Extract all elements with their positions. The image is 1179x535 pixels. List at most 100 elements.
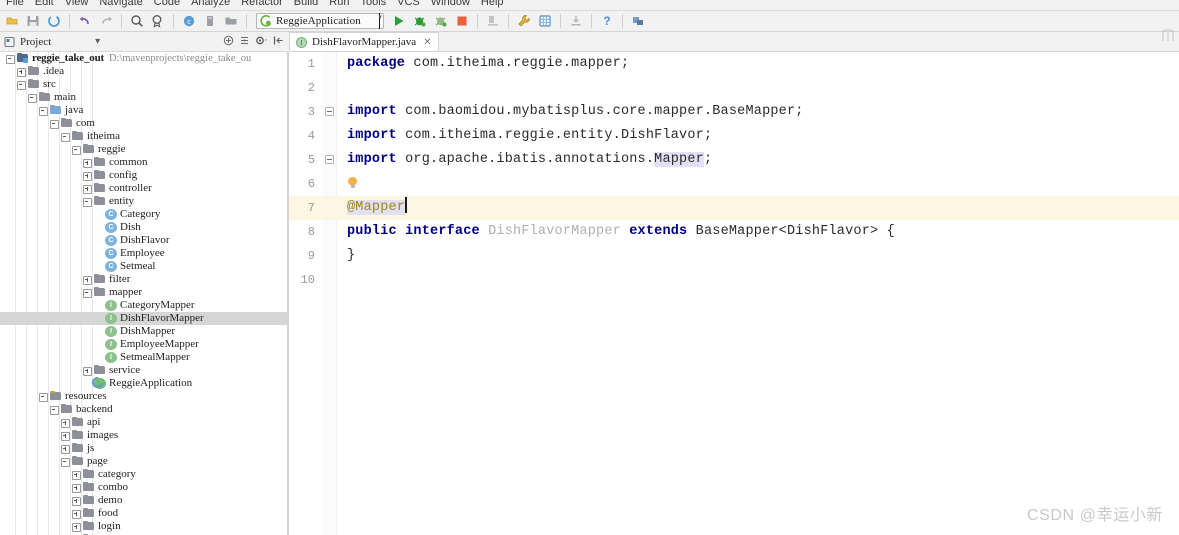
code-line[interactable]: import com.itheima.reggie.entity.DishFla…: [289, 124, 1179, 148]
expand-icon[interactable]: [83, 275, 92, 285]
tree-row[interactable]: src: [0, 78, 287, 91]
tree-row[interactable]: food: [0, 507, 287, 520]
tree-row[interactable]: service: [0, 364, 287, 377]
code-line[interactable]: public interface DishFlavorMapper extend…: [289, 220, 1179, 244]
expand-icon[interactable]: [72, 522, 81, 532]
stop-icon[interactable]: [452, 12, 472, 31]
search-icon[interactable]: [127, 12, 147, 31]
menu-item-window[interactable]: Window: [431, 0, 470, 8]
collapse-icon[interactable]: [50, 119, 59, 129]
run-icon[interactable]: [389, 12, 409, 31]
tree-row[interactable]: backend: [0, 403, 287, 416]
collapse-icon[interactable]: [61, 457, 70, 467]
tree-row[interactable]: filter: [0, 273, 287, 286]
open-project-icon[interactable]: [221, 12, 241, 31]
code-line[interactable]: import org.apache.ibatis.annotations.Map…: [289, 148, 1179, 172]
hide-panel-icon[interactable]: [273, 35, 284, 49]
run-configuration-selector[interactable]: ReggieApplication ▾: [256, 13, 384, 29]
tree-row[interactable]: entity: [0, 195, 287, 208]
tree-row[interactable]: com: [0, 117, 287, 130]
code-line[interactable]: [289, 76, 1179, 100]
collapse-all-icon[interactable]: [223, 35, 234, 49]
menu-item-view[interactable]: View: [65, 0, 89, 8]
tree-row[interactable]: controller: [0, 182, 287, 195]
menu-item-vcs[interactable]: VCS: [397, 0, 420, 8]
menu-item-code[interactable]: Code: [154, 0, 180, 8]
tree-row[interactable]: C Employee: [0, 247, 287, 260]
collapse-icon[interactable]: [6, 54, 15, 64]
menu-item-analyze[interactable]: Analyze: [191, 0, 230, 8]
code-editor[interactable]: 1 package com.itheima.reggie.mapper; 2 3 imp…: [289, 52, 1179, 535]
code-line[interactable]: }: [289, 244, 1179, 268]
undo-icon[interactable]: [75, 12, 95, 31]
collapse-icon[interactable]: [17, 80, 26, 90]
tree-row[interactable]: C Category: [0, 208, 287, 221]
project-view-chevron-icon[interactable]: ▾: [95, 37, 100, 47]
layout-icon[interactable]: [628, 12, 648, 31]
settings-gear-icon[interactable]: [255, 35, 268, 49]
code-line[interactable]: @Mapper: [289, 196, 1179, 220]
expand-icon[interactable]: [61, 444, 70, 454]
expand-icon[interactable]: [72, 496, 81, 506]
collapse-icon[interactable]: [72, 145, 81, 155]
menu-item-file[interactable]: File: [6, 0, 24, 8]
collapse-icon[interactable]: [83, 197, 92, 207]
collapse-icon[interactable]: [39, 106, 48, 116]
expand-all-icon[interactable]: [239, 35, 250, 49]
database-icon[interactable]: [535, 12, 555, 31]
code-line[interactable]: [289, 172, 1179, 196]
expand-icon[interactable]: [72, 509, 81, 519]
tree-row[interactable]: images: [0, 429, 287, 442]
tree-row[interactable]: resources: [0, 390, 287, 403]
project-tree[interactable]: reggie_take_out D:\mavenprojects\reggie_t…: [0, 52, 288, 535]
collapse-icon[interactable]: [50, 405, 59, 415]
help-icon[interactable]: ?: [597, 12, 617, 31]
open-recent-icon[interactable]: [2, 12, 22, 31]
collapse-icon[interactable]: [61, 132, 70, 142]
sync-icon[interactable]: [44, 12, 64, 31]
tree-row[interactable]: .idea: [0, 65, 287, 78]
tree-row[interactable]: ReggieApplication: [0, 377, 287, 390]
collapse-icon[interactable]: [28, 93, 37, 103]
tree-row[interactable]: C DishFlavor: [0, 234, 287, 247]
tree-row[interactable]: main: [0, 91, 287, 104]
tree-row[interactable]: I DishFlavorMapper: [0, 312, 287, 325]
tree-row[interactable]: api: [0, 416, 287, 429]
tree-row[interactable]: js: [0, 442, 287, 455]
redo-icon[interactable]: [96, 12, 116, 31]
tree-row[interactable]: C Setmeal: [0, 260, 287, 273]
menu-item-tools[interactable]: Tools: [360, 0, 386, 8]
tree-row[interactable]: mapper: [0, 286, 287, 299]
tree-row[interactable]: reggie: [0, 143, 287, 156]
collapse-icon[interactable]: [39, 392, 48, 402]
run-with-coverage-icon[interactable]: [431, 12, 451, 31]
collapse-icon[interactable]: [83, 288, 92, 298]
code-line[interactable]: import com.baomidou.mybatisplus.core.map…: [289, 100, 1179, 124]
menu-item-navigate[interactable]: Navigate: [99, 0, 142, 8]
expand-icon[interactable]: [83, 366, 92, 376]
expand-icon[interactable]: [83, 184, 92, 194]
build-module-icon[interactable]: [200, 12, 220, 31]
expand-icon[interactable]: [61, 431, 70, 441]
expand-icon[interactable]: [83, 158, 92, 168]
tree-row[interactable]: I EmployeeMapper: [0, 338, 287, 351]
close-icon[interactable]: ✕: [423, 37, 431, 48]
code-line[interactable]: [289, 268, 1179, 292]
tree-row[interactable]: config: [0, 169, 287, 182]
menu-item-edit[interactable]: Edit: [35, 0, 54, 8]
expand-icon[interactable]: [72, 470, 81, 480]
expand-icon[interactable]: [83, 171, 92, 181]
tree-row[interactable]: I SetmealMapper: [0, 351, 287, 364]
menu-item-run[interactable]: Run: [329, 0, 349, 8]
tree-row[interactable]: C Dish: [0, 221, 287, 234]
menu-item-refactor[interactable]: Refactor: [241, 0, 283, 8]
profile-icon[interactable]: [483, 12, 503, 31]
tree-row[interactable]: page: [0, 455, 287, 468]
tree-row[interactable]: reggie_take_out D:\mavenprojects\reggie_t…: [0, 52, 287, 65]
tree-row[interactable]: I DishMapper: [0, 325, 287, 338]
expand-icon[interactable]: [17, 67, 26, 77]
tree-row[interactable]: combo: [0, 481, 287, 494]
menu-item-help[interactable]: Help: [481, 0, 504, 8]
code-line[interactable]: package com.itheima.reggie.mapper;: [289, 52, 1179, 76]
save-all-icon[interactable]: [23, 12, 43, 31]
